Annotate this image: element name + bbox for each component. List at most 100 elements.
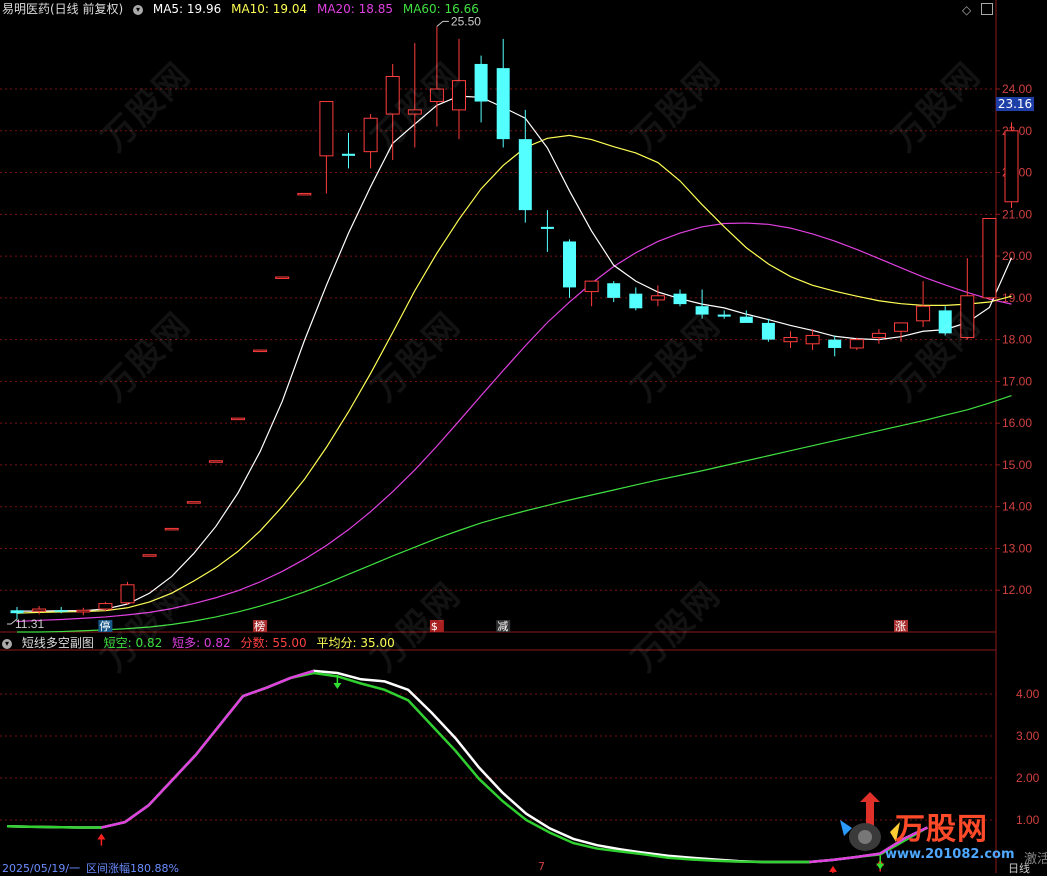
y-tick-label: 16.00: [1002, 416, 1032, 430]
sub-rise-segment: [194, 724, 221, 756]
candle-body: [916, 305, 931, 322]
y-tick-label: 24.00: [1002, 82, 1032, 96]
maximize-icon[interactable]: [981, 3, 993, 15]
ma10-line: [16, 134, 1012, 614]
candle-body: [563, 241, 576, 288]
sub-rise-segment: [266, 676, 291, 689]
candle-body: [98, 603, 113, 610]
ma60-legend: MA60: 16.66: [402, 2, 479, 16]
range-gain-label: 区间涨幅180.88%: [86, 862, 179, 875]
candle-body: [10, 610, 24, 614]
event-tag: 榜: [254, 619, 265, 633]
dropdown-icon[interactable]: ▾: [2, 638, 12, 649]
candle-body: [208, 460, 223, 463]
buy-arrow-head: [97, 833, 106, 840]
candle-body: [695, 306, 709, 315]
activate-label: 激活: [1024, 852, 1047, 867]
candle-body: [938, 310, 952, 334]
sub-title[interactable]: 短线多空副图: [22, 636, 94, 650]
candle-body: [982, 217, 997, 299]
candle-body: [849, 339, 864, 349]
main-header: 易明医药(日线 前复权) ▾ MA5: 19.96 MA10: 19.04 MA…: [2, 0, 485, 18]
event-tag: 减: [497, 620, 508, 633]
candle-body: [407, 109, 422, 115]
current-price-tag: 23.16: [996, 97, 1034, 111]
short-legend: 短空: 0.82: [103, 636, 163, 650]
y-tick-label: 12.00: [1002, 583, 1032, 597]
stock-title[interactable]: 易明医药(日线 前复权): [2, 2, 123, 16]
score-legend: 分数: 55.00: [240, 636, 307, 650]
event-tag: 停: [99, 619, 110, 633]
sub-y-tick-label: 3.00: [1016, 729, 1040, 743]
avg-legend: 平均分: 35.00: [316, 636, 395, 650]
candle-body: [828, 339, 842, 348]
y-tick-label: 20.00: [1002, 249, 1032, 263]
sub-green-line: [6, 671, 929, 864]
low-annotation: 11.31: [15, 617, 44, 631]
ma20-line: [16, 222, 1012, 623]
sell-arrow-head: [333, 683, 342, 689]
candle-body: [253, 349, 268, 353]
chart-stage: 12.00 13.00 14.00 15.00 16.00 17.00 18.00 19.00…: [0, 0, 1047, 875]
sub-rise-segment: [101, 820, 126, 829]
candle-body: [54, 610, 68, 612]
candle-body: [739, 316, 753, 323]
sub-rise-segment: [809, 858, 834, 864]
candle-body: [894, 322, 908, 332]
candle-body: [275, 276, 290, 279]
dropdown-icon[interactable]: ▾: [133, 4, 144, 15]
candle-body: [142, 554, 157, 557]
candle-body: [584, 280, 599, 293]
candle-body: [650, 295, 665, 301]
event-tag: $: [431, 620, 438, 633]
y-tick-label: 18.00: [1002, 333, 1032, 347]
y-tick-label: 21.00: [1002, 207, 1032, 221]
candle-body: [871, 332, 886, 339]
date-label: 2025/05/19/一: [2, 862, 81, 875]
ma5-line: [17, 95, 1013, 612]
candle-body: [783, 337, 798, 343]
candle-body: [673, 293, 687, 305]
candle-body: [496, 68, 510, 140]
candlestick-chart[interactable]: 12.0013.0014.0015.0016.0017.0018.0019.00…: [0, 0, 1047, 873]
ma10-legend: MA10: 19.04: [231, 2, 308, 16]
candle-body: [1004, 130, 1019, 203]
sub-rise-segment: [147, 779, 174, 807]
y-tick-label: 13.00: [1002, 541, 1032, 555]
candle-body: [429, 88, 444, 103]
candle-body: [452, 80, 466, 111]
sub-rise-segment: [171, 754, 197, 781]
candle-body: [231, 417, 245, 421]
candle-body: [319, 101, 334, 157]
sub-rise-segment: [218, 695, 244, 727]
candle-body: [342, 153, 355, 156]
sell-arrow-head: [876, 863, 885, 870]
high-annot-pointer: [436, 20, 449, 27]
candle-body: [761, 322, 775, 340]
candle-body: [474, 63, 488, 102]
mid-marker: 7: [538, 860, 545, 873]
candle-body: [120, 584, 135, 604]
candle-body: [363, 117, 378, 153]
sub-y-tick-label: 2.00: [1016, 771, 1040, 785]
ma5-legend: MA5: 19.96: [152, 2, 222, 16]
buy-arrow-head: [829, 865, 837, 872]
diamond-icon[interactable]: ◇: [962, 3, 971, 17]
candle-body: [164, 527, 179, 531]
candle-body: [186, 501, 201, 504]
candle-body: [629, 293, 643, 309]
candle-body: [385, 75, 400, 115]
candle-body: [76, 609, 91, 613]
y-tick-label: 14.00: [1002, 500, 1032, 514]
candle-body: [805, 334, 820, 345]
sub-header: ▾ 短线多空副图 短空: 0.82 短多: 0.82 分数: 55.00 平均分…: [2, 634, 401, 652]
sub-y-tick-label: 4.00: [1016, 687, 1040, 701]
brand-logo-text: 万股网: [895, 812, 988, 847]
candle-body: [607, 283, 621, 298]
candle-body: [540, 226, 554, 229]
candle-body: [960, 295, 975, 339]
candle-body: [32, 608, 47, 612]
brand-logo-url: www.201082.com: [885, 847, 1015, 862]
long-legend: 短多: 0.82: [172, 636, 231, 650]
y-tick-label: 17.00: [1002, 374, 1032, 388]
